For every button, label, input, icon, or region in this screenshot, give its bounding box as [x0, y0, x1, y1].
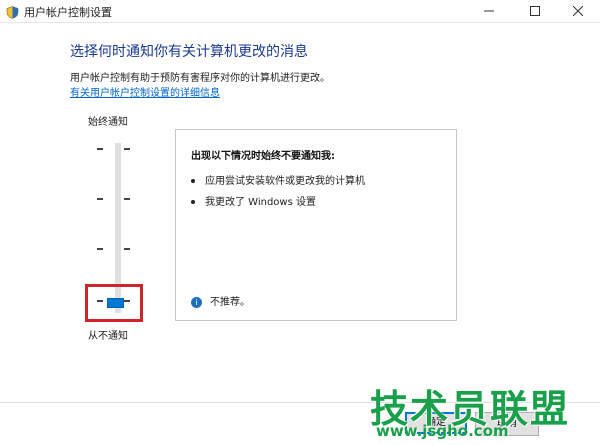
highlight-box — [85, 284, 143, 322]
slider-top-label: 始终通知 — [88, 117, 128, 128]
close-button[interactable] — [556, 0, 600, 22]
uac-settings-window: 用户帐户控制设置 选择何时通知你有关计算机更改的消息 用户帐户控制有助于预防有害… — [0, 0, 600, 445]
uac-shield-icon — [6, 4, 19, 19]
description-panel: 出现以下情况时始终不要通知我: 应用尝试安装软件或更改我的计算机 我更改了 Wi… — [175, 129, 457, 321]
panel-title: 出现以下情况时始终不要通知我: — [191, 151, 335, 162]
maximize-button[interactable] — [512, 0, 558, 22]
list-item-text: 我更改了 Windows 设置 — [205, 197, 316, 208]
slider-bottom-label: 从不通知 — [88, 331, 128, 342]
window-title: 用户帐户控制设置 — [24, 6, 112, 19]
bullet-icon — [191, 200, 195, 204]
info-icon: i — [191, 296, 202, 308]
page-heading: 选择何时通知你有关计算机更改的消息 — [70, 44, 308, 60]
bullet-icon — [191, 179, 195, 183]
list-item-text: 应用尝试安装软件或更改我的计算机 — [205, 176, 365, 187]
minimize-button[interactable] — [466, 0, 512, 22]
watermark-logo: 技术员联盟 www.jsgho.com — [370, 378, 590, 442]
recommendation-text: 不推荐。 — [210, 297, 250, 308]
recommendation-note: i 不推荐。 — [191, 293, 250, 308]
slider-tick — [97, 198, 103, 200]
slider-tick — [97, 248, 103, 250]
slider-tick — [124, 148, 130, 150]
title-bar: 用户帐户控制设置 — [0, 0, 600, 23]
list-item: 应用尝试安装软件或更改我的计算机 — [191, 172, 365, 187]
uac-details-link[interactable]: 有关用户帐户控制设置的详细信息 — [70, 84, 220, 99]
list-item: 我更改了 Windows 设置 — [191, 193, 316, 208]
slider-tick — [124, 248, 130, 250]
watermark-url: www.jsgho.com — [376, 422, 509, 440]
slider-tick — [124, 198, 130, 200]
page-description: 用户帐户控制有助于预防有害程序对你的计算机进行更改。 — [70, 73, 330, 84]
slider-tick — [97, 148, 103, 150]
